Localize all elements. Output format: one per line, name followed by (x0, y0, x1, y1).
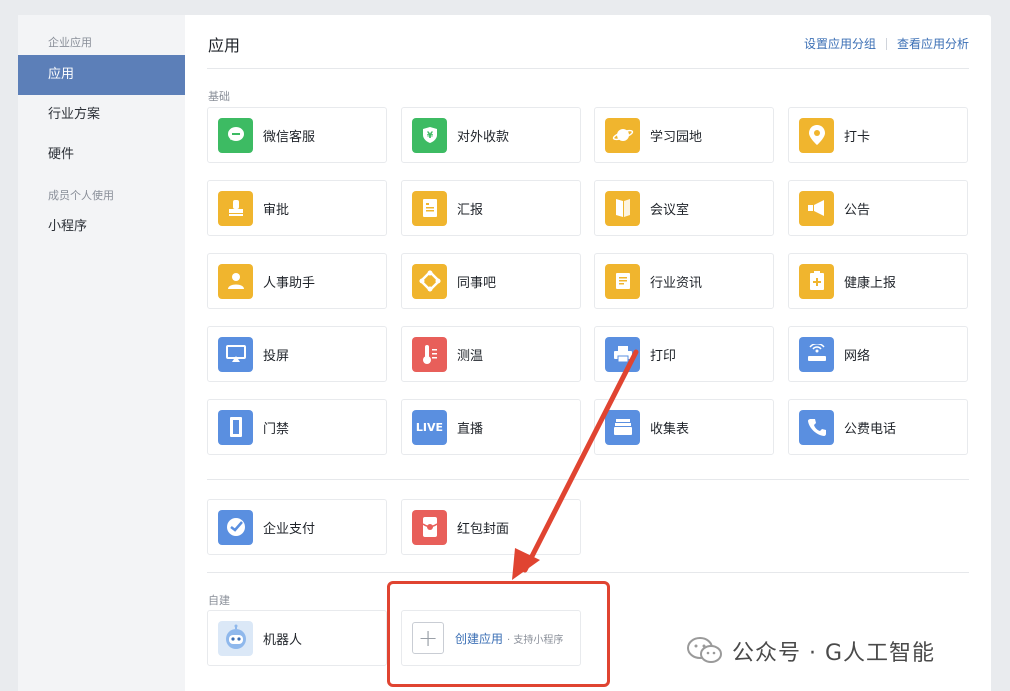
watermark: 公众号 · G人工智能 (686, 635, 935, 667)
wechat-logo-icon (687, 637, 722, 663)
watermark-text: 公众号 · G人工智能 (732, 641, 936, 666)
annotation-highlight-box (387, 581, 610, 687)
